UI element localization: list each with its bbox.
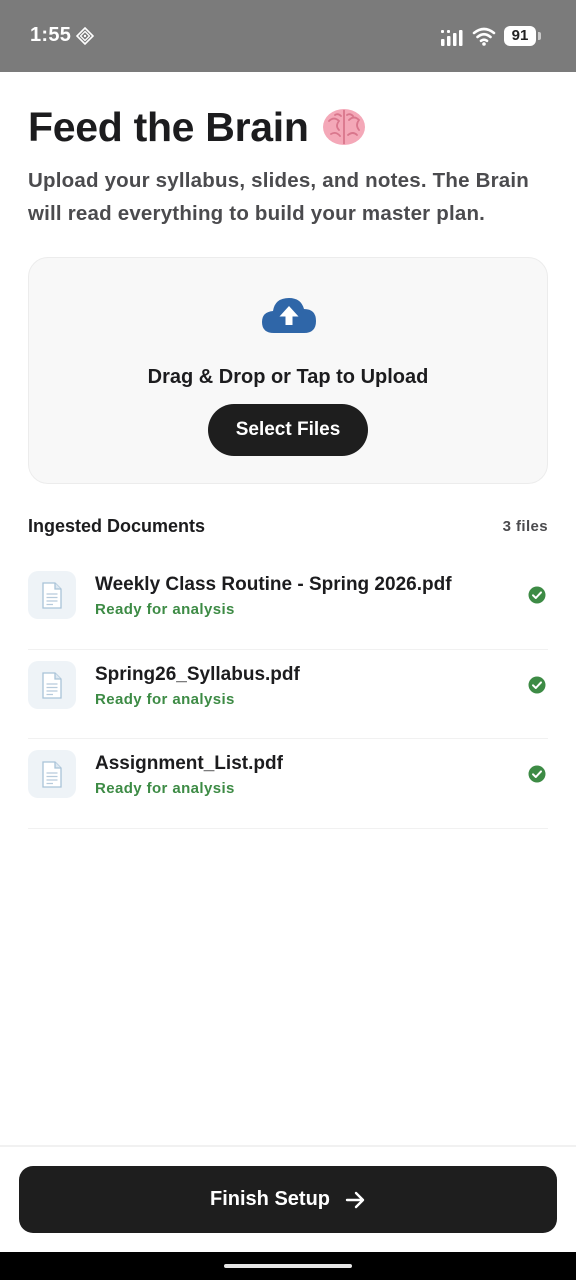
document-icon-box — [28, 571, 76, 619]
check-circle-icon — [528, 586, 546, 604]
check-circle-icon — [528, 765, 546, 783]
select-files-button[interactable]: Select Files — [208, 404, 368, 456]
status-time: 1:55 — [30, 24, 72, 46]
documents-count: 3 files — [502, 518, 548, 535]
upload-prompt: Drag & Drop or Tap to Upload — [147, 366, 429, 388]
battery-icon: 91 — [504, 26, 536, 46]
document-status: Ready for analysis — [95, 780, 235, 797]
document-list: Weekly Class Routine - Spring 2026.pdf R… — [28, 560, 548, 829]
document-status: Ready for analysis — [95, 690, 235, 708]
document-icon — [42, 761, 62, 788]
upload-dropzone[interactable]: Drag & Drop or Tap to Upload Select File… — [28, 257, 548, 484]
wifi-icon — [472, 27, 496, 46]
signal-icon — [441, 30, 463, 46]
battery-cap — [538, 32, 541, 40]
arrow-right-icon — [345, 1191, 365, 1208]
document-icon — [42, 671, 62, 699]
footer-divider — [0, 1145, 576, 1147]
document-icon-box — [28, 660, 76, 709]
diamond-icon — [76, 27, 94, 45]
documents-header: Ingested Documents 3 files — [28, 516, 548, 538]
title-row: Feed the Brain — [28, 104, 367, 150]
page-title: Feed the Brain — [28, 103, 309, 150]
brain-icon — [322, 109, 365, 145]
cloud-upload-icon — [262, 298, 316, 333]
status-bar: 1:55 91 — [0, 0, 576, 72]
document-icon-box — [28, 750, 76, 798]
document-status: Ready for analysis — [95, 601, 235, 618]
finish-setup-label: Finish Setup — [210, 1188, 330, 1210]
check-circle-icon — [528, 676, 546, 693]
finish-setup-button[interactable]: Finish Setup — [19, 1166, 557, 1233]
document-row[interactable]: Spring26_Syllabus.pdf Ready for analysis — [28, 650, 548, 739]
system-nav-bar — [0, 1252, 576, 1280]
document-row[interactable]: Weekly Class Routine - Spring 2026.pdf R… — [28, 560, 548, 650]
document-name: Weekly Class Routine - Spring 2026.pdf — [95, 574, 452, 595]
document-name: Spring26_Syllabus.pdf — [95, 663, 300, 685]
document-row[interactable]: Assignment_List.pdf Ready for analysis — [28, 739, 548, 829]
page-subtitle: Upload your syllabus, slides, and notes.… — [28, 169, 529, 225]
documents-heading: Ingested Documents — [28, 516, 206, 536]
document-icon — [42, 582, 62, 609]
document-name: Assignment_List.pdf — [95, 753, 283, 774]
home-indicator[interactable] — [224, 1264, 352, 1268]
